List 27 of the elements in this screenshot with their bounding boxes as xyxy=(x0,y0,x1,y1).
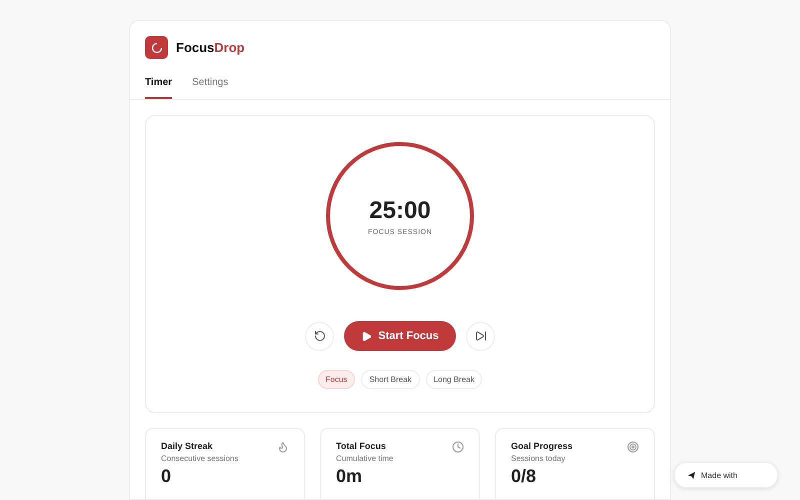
stat-value: 0m xyxy=(336,467,364,485)
skip-icon xyxy=(474,330,486,342)
tab[interactable]: Timer xyxy=(145,71,172,99)
clock-icon xyxy=(452,441,464,453)
stat-subtitle: Sessions today xyxy=(511,454,566,463)
skip-button[interactable] xyxy=(466,322,495,350)
made-with-badge[interactable]: Made with xyxy=(674,462,778,488)
target-icon xyxy=(627,441,639,453)
flame-icon xyxy=(277,441,289,453)
reset-button[interactable] xyxy=(305,322,334,350)
stat-title: Goal Progress xyxy=(511,441,573,451)
mode-chip[interactable]: Long Break xyxy=(426,370,482,389)
stat-subtitle: Cumulative time xyxy=(336,454,394,463)
logo-icon xyxy=(145,36,168,59)
stat-value: 0 xyxy=(161,467,172,485)
stat-title: Total Focus xyxy=(336,441,387,451)
stat-subtitle: Consecutive sessions xyxy=(161,454,238,463)
mode-chip[interactable]: Focus xyxy=(318,370,356,389)
tab[interactable]: Settings xyxy=(192,71,228,99)
timer-display: 25:00 xyxy=(369,196,431,224)
stat-title: Daily Streak xyxy=(161,441,214,451)
app-title: FocusDrop xyxy=(176,40,245,55)
start-button[interactable]: Start Focus xyxy=(344,321,456,351)
mode-chip[interactable]: Short Break xyxy=(361,370,420,389)
stat-value: 0/8 xyxy=(511,467,538,485)
play-icon xyxy=(361,330,372,342)
reset-icon xyxy=(314,330,326,342)
